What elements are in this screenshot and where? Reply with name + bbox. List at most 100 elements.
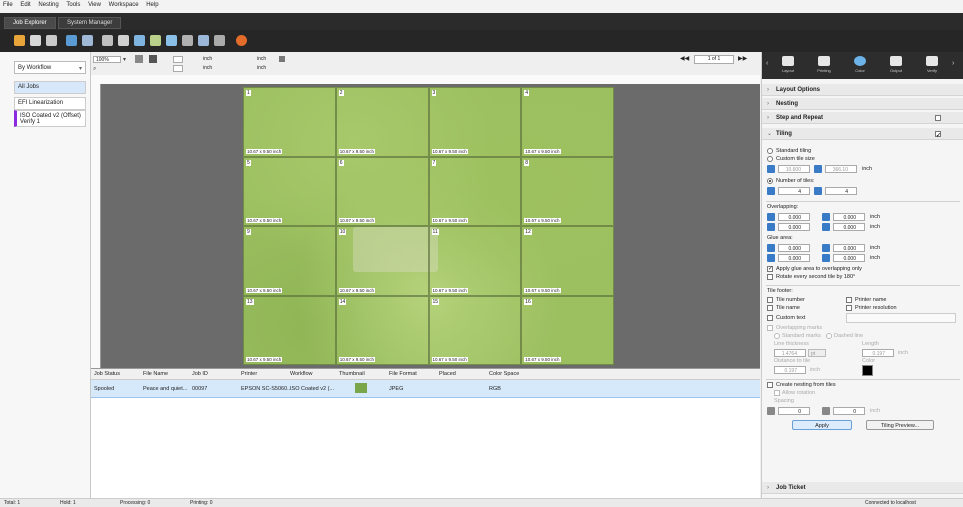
tab-color[interactable]: Color: [850, 56, 870, 73]
apply-glue-checkbox[interactable]: [767, 265, 773, 272]
menu-file[interactable]: File: [0, 0, 16, 10]
overlap-left-input[interactable]: 0.000: [833, 213, 865, 221]
col-file-name[interactable]: File Name: [143, 371, 168, 377]
print-icon[interactable]: [30, 35, 41, 46]
col-file-format[interactable]: File Format: [389, 371, 417, 377]
col-job-status[interactable]: Job Status: [94, 371, 120, 377]
nesting-icon[interactable]: [150, 35, 161, 46]
tile[interactable]: 1 10.67 x 9.50 inch: [243, 87, 336, 157]
tile-width-input[interactable]: 10.600: [778, 165, 810, 173]
tiling-icon[interactable]: [166, 35, 177, 46]
col-job-id[interactable]: Job ID: [192, 371, 208, 377]
chevron-down-icon[interactable]: ▾: [123, 56, 129, 63]
overlap-bottom-input[interactable]: 0.000: [778, 223, 810, 231]
crop-icon[interactable]: [198, 35, 209, 46]
list-item-iso-coated[interactable]: ISO Coated v2 (Offset) Verify 1: [14, 110, 86, 127]
printer-name-checkbox[interactable]: [846, 297, 852, 303]
process-icon[interactable]: [66, 35, 77, 46]
menu-tools[interactable]: Tools: [63, 0, 83, 10]
printer-icon[interactable]: [102, 35, 113, 46]
first-page-icon[interactable]: ◀◀: [680, 55, 689, 62]
y-input[interactable]: [173, 65, 183, 72]
allow-rotation-checkbox[interactable]: [774, 390, 780, 396]
chevron-right-icon[interactable]: ›: [952, 60, 954, 67]
workflow-select[interactable]: By Workflow ▾: [14, 61, 86, 74]
move-tool-icon[interactable]: [135, 55, 143, 63]
zoom-select[interactable]: 100%: [93, 56, 121, 63]
tile[interactable]: 6 10.67 x 9.50 inch: [335, 156, 429, 226]
col-placed[interactable]: Placed: [439, 371, 456, 377]
tiled-artwork[interactable]: 1 10.67 x 9.50 inch 2 10.67 x 9.50 inch 3 10.…: [243, 87, 614, 365]
tab-system-manager[interactable]: System Manager: [58, 17, 122, 29]
tile-number-checkbox[interactable]: [767, 297, 773, 303]
menu-help[interactable]: Help: [143, 0, 161, 10]
section-nesting[interactable]: › Nesting: [762, 98, 963, 110]
tiling-preview-button[interactable]: Tiling Preview...: [866, 420, 934, 430]
col-workflow[interactable]: Workflow: [290, 371, 313, 377]
lock-icon[interactable]: [279, 56, 285, 62]
section-step-repeat[interactable]: › Step and Repeat: [762, 112, 963, 124]
custom-tile-size-radio[interactable]: [767, 156, 773, 162]
tile[interactable]: 2 10.67 x 9.50 inch: [335, 87, 429, 157]
tile[interactable]: 5 10.67 x 9.50 inch: [243, 156, 336, 226]
printer-resolution-checkbox[interactable]: [846, 305, 852, 311]
menu-view[interactable]: View: [85, 0, 104, 10]
section-job-ticket[interactable]: › Job Ticket: [762, 482, 963, 494]
tile[interactable]: 11 10.67 x 9.50 inch: [428, 226, 522, 296]
glue-bottom-input[interactable]: 0.000: [778, 254, 810, 262]
create-nesting-checkbox[interactable]: [767, 382, 773, 388]
stop-icon[interactable]: [236, 35, 247, 46]
tab-layout[interactable]: Layout: [778, 56, 798, 73]
tab-verify[interactable]: Verify: [922, 56, 942, 73]
list-item-efi-linearization[interactable]: EFI Linearization: [14, 97, 86, 110]
marks-icon[interactable]: [214, 35, 225, 46]
distance-input[interactable]: 0.197: [774, 366, 806, 374]
overlapping-marks-checkbox[interactable]: [767, 325, 773, 331]
tile-height-input[interactable]: 366.10: [825, 165, 857, 173]
glue-top-input[interactable]: 0.000: [778, 244, 810, 252]
apply-button[interactable]: Apply: [792, 420, 852, 430]
line-unit-select[interactable]: pt: [808, 349, 826, 357]
tile[interactable]: 15 10.67 x 9.50 inch: [428, 295, 522, 365]
overlap-top-input[interactable]: 0.000: [778, 213, 810, 221]
step-repeat-enable[interactable]: [935, 115, 941, 121]
table-row[interactable]: Spooled Peace and quiet... 00097 EPSON S…: [91, 380, 760, 398]
tile[interactable]: 7 10.67 x 9.50 inch: [428, 156, 522, 226]
section-layout-options[interactable]: › Layout Options: [762, 84, 963, 96]
preview-icon[interactable]: [118, 35, 129, 46]
tiles-x-input[interactable]: 4: [778, 187, 810, 195]
tile[interactable]: 8 10.67 x 9.50 inch: [521, 156, 614, 226]
search-icon[interactable]: ⌕: [93, 66, 101, 73]
glue-left-input[interactable]: 0.000: [833, 244, 865, 252]
layout-icon[interactable]: [134, 35, 145, 46]
tile[interactable]: 13 10.67 x 9.50 inch: [243, 295, 336, 365]
menu-workspace[interactable]: Workspace: [106, 0, 142, 10]
list-item-all-jobs[interactable]: All Jobs: [14, 81, 86, 94]
glue-right-input[interactable]: 0.000: [833, 254, 865, 262]
rotate-every-checkbox[interactable]: [767, 274, 773, 280]
overlap-right-input[interactable]: 0.000: [833, 223, 865, 231]
menu-nesting[interactable]: Nesting: [35, 0, 61, 10]
spacing-v-input[interactable]: 0: [833, 407, 865, 415]
col-color-space[interactable]: Color Space: [489, 371, 519, 377]
section-tiling[interactable]: ⌄ Tiling: [762, 128, 963, 142]
tile[interactable]: 16 10.67 x 9.50 inch: [521, 295, 614, 365]
length-input[interactable]: 0.197: [862, 349, 894, 357]
settings-icon[interactable]: [82, 35, 93, 46]
dashed-line-radio[interactable]: [826, 333, 832, 339]
tiles-y-input[interactable]: 4: [825, 187, 857, 195]
tile[interactable]: 14 10.67 x 9.50 inch: [335, 295, 429, 365]
col-printer[interactable]: Printer: [241, 371, 257, 377]
number-of-tiles-radio[interactable]: [767, 178, 773, 184]
tab-printing[interactable]: Printing: [814, 56, 834, 73]
standard-marks-radio[interactable]: [774, 333, 780, 339]
tile[interactable]: 9 10.67 x 9.50 inch: [243, 226, 336, 296]
menu-edit[interactable]: Edit: [17, 0, 33, 10]
mark-color-swatch[interactable]: [862, 365, 873, 376]
line-thickness-input[interactable]: 1.4764: [774, 349, 806, 357]
tile-name-checkbox[interactable]: [767, 305, 773, 311]
spacing-h-input[interactable]: 0: [778, 407, 810, 415]
chevron-left-icon[interactable]: ‹: [766, 60, 768, 67]
tab-job-explorer[interactable]: Job Explorer: [4, 17, 56, 29]
x-input[interactable]: [173, 56, 183, 63]
